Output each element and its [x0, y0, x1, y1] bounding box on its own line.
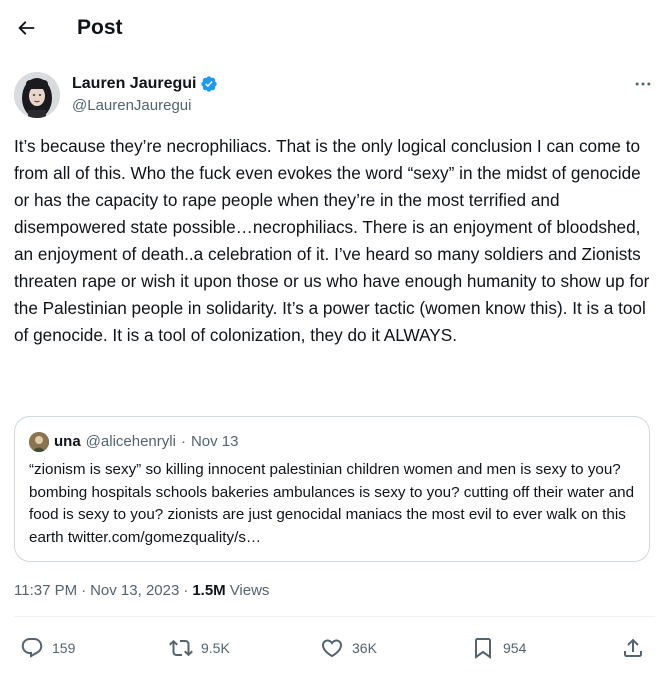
views-count[interactable]: 1.5M [192, 580, 225, 602]
author-name-row[interactable]: Lauren Jauregui [72, 74, 218, 94]
divider [14, 616, 655, 617]
views-label: Views [229, 582, 270, 599]
avatar-image [14, 72, 60, 118]
avatar[interactable] [14, 72, 60, 118]
more-button[interactable] [631, 72, 655, 96]
like-icon [321, 639, 343, 658]
quoted-author-name: una [54, 433, 81, 450]
author-name[interactable]: Lauren Jauregui [72, 74, 196, 94]
quoted-separator: · [180, 433, 186, 450]
repost-button[interactable]: 9.5K [169, 634, 230, 662]
share-button[interactable] [621, 634, 645, 662]
post-time[interactable]: 11:37 PM [14, 580, 77, 602]
bookmark-button[interactable]: 954 [471, 634, 526, 662]
quoted-date: Nov 13 [190, 433, 239, 450]
like-button[interactable]: 36K [320, 634, 377, 662]
meta-separator-2: · [183, 582, 189, 599]
page-title: Post [77, 16, 123, 39]
post-meta: 11:37 PM · Nov 13, 2023 · 1.5M Views [14, 580, 269, 602]
quoted-post-header: una @alicehenryli · Nov 13 [29, 431, 238, 453]
quoted-author-handle: @alicehenryli [85, 433, 176, 450]
share-icon [624, 638, 642, 657]
verified-badge-icon [201, 76, 218, 92]
top-bar: Post [0, 0, 669, 58]
reply-count: 159 [52, 640, 76, 656]
reply-icon [21, 638, 43, 658]
quoted-post-text: “zionism is sexy” so killing innocent pa… [29, 461, 635, 546]
repost-icon [169, 639, 193, 657]
more-horizontal-icon [635, 82, 651, 86]
arrow-left-icon [18, 21, 35, 35]
like-count: 36K [352, 640, 377, 656]
action-bar: 159 9.5K 36K 954 [14, 634, 655, 662]
back-button[interactable] [12, 14, 40, 42]
post-text: It’s because they’re necrophiliacs. That… [14, 136, 655, 345]
meta-separator: · [81, 582, 87, 599]
post-author: Lauren Jauregui @LaurenJauregui [14, 72, 655, 120]
reply-button[interactable]: 159 [20, 634, 75, 662]
post-date[interactable]: Nov 13, 2023 [90, 580, 179, 602]
bookmark-icon [475, 638, 491, 659]
quoted-post[interactable]: una @alicehenryli · Nov 13 “zionism is s… [14, 416, 650, 562]
repost-count: 9.5K [201, 640, 230, 656]
bookmark-count: 954 [503, 640, 527, 656]
author-handle[interactable]: @LaurenJauregui [72, 96, 191, 116]
quoted-avatar [29, 432, 49, 452]
